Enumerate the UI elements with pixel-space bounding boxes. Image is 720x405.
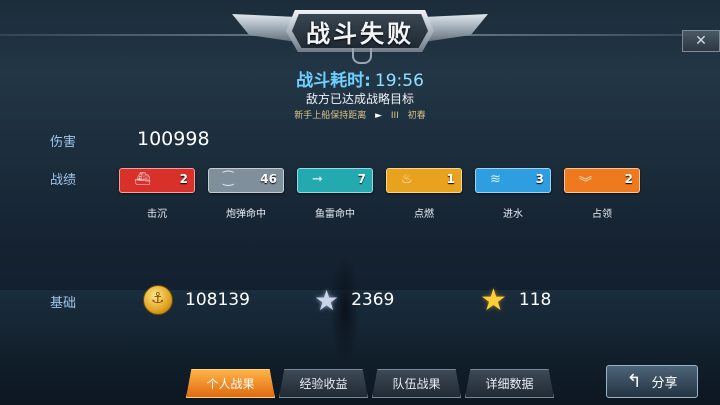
duration-value: 19:56 [374,71,424,91]
tab-team-results[interactable]: 队伍战果 [372,369,461,398]
record-stat: ➞ 7 鱼雷命中 [297,168,373,220]
record-stat: ♨ 1 点燃 [386,168,462,220]
record-stat-tile: ︾ 2 [564,168,640,193]
damage-value: 100998 [137,128,210,150]
tab-detailed-data[interactable]: 详细数据 [465,369,554,398]
tip-ship-name: 初春 [407,111,426,121]
base-label: 基础 [50,296,77,311]
capture-chevron-icon: ︾ [579,176,593,191]
close-button[interactable]: ✕ [682,30,720,52]
record-stat-count: 1 [446,172,455,186]
record-stat-count: 46 [260,172,277,186]
fire-icon: ♨ [401,172,413,187]
record-stat-caption: 炮弹命中 [226,209,266,220]
record-stat-caption: 进水 [503,209,523,220]
record-stat-count: 2 [624,172,633,186]
silver-xp-reward: ★ 2369 [314,283,395,317]
badge-plate-inner: 战斗失败 [292,14,428,48]
coin-icon [143,285,173,315]
share-button[interactable]: ↰ 分享 [606,365,698,398]
record-stat: ≋ 3 进水 [475,168,551,220]
gold-xp-reward: ★ 118 [480,282,552,318]
anchor-icon [352,48,372,64]
player-tip: 新手上船保持距离 ► III 初春 [0,108,720,121]
record-stat-tile: ♨ 1 [386,168,462,193]
close-icon: ✕ [695,33,707,49]
record-stat-tile: ⁐ 46 [208,168,284,193]
result-title: 战斗失败 [306,19,414,48]
result-tabs: 个人战果 经验收益 队伍战果 详细数据 [186,369,558,398]
record-stat-tile: ➞ 7 [297,168,373,193]
record-stat: ︾ 2 占领 [564,168,640,220]
record-label: 战绩 [50,173,77,188]
record-stat-caption: 击沉 [147,209,167,220]
record-stat-count: 2 [179,172,188,186]
gold-star-icon: ★ [480,282,507,318]
defeat-reason: 敌方已达成战略目标 [305,92,414,106]
tip-tier: III [390,111,399,121]
record-stat-caption: 占领 [592,209,612,220]
record-stat-caption: 鱼雷命中 [315,209,355,220]
tab-experience[interactable]: 经验收益 [279,369,368,398]
duration-label: 战斗耗时: [296,71,371,91]
record-stat-tile: ⛴ 2 [119,168,195,193]
defeat-badge: 战斗失败 [232,4,488,64]
tab-personal-results[interactable]: 个人战果 [186,369,275,398]
return-arrow-icon: ↰ [626,371,642,392]
coin-value: 108139 [185,290,250,310]
record-stat-tile: ≋ 3 [475,168,551,193]
silver-star-icon: ★ [314,283,340,317]
silver-xp-value: 2369 [351,290,395,310]
gold-xp-value: 118 [518,290,552,310]
record-stat-count: 7 [357,172,366,186]
record-stat: ⁐ 46 炮弹命中 [208,168,284,220]
battle-duration: 战斗耗时: 19:56 [0,66,720,91]
tip-text: 新手上船保持距离 [294,111,367,121]
flood-icon: ≋ [490,172,501,187]
record-stat-count: 3 [535,172,544,186]
coin-reward: 108139 [143,285,250,315]
record-stat-caption: 点燃 [414,209,434,220]
record-stat: ⛴ 2 击沉 [119,168,195,220]
play-arrow-icon: ► [375,111,383,121]
damage-label: 伤害 [50,135,77,150]
sunk-ship-icon: ⛴ [134,172,151,187]
shell-icon: ⁐ [223,172,234,187]
torpedo-icon: ➞ [312,172,323,187]
share-label: 分享 [651,376,678,391]
